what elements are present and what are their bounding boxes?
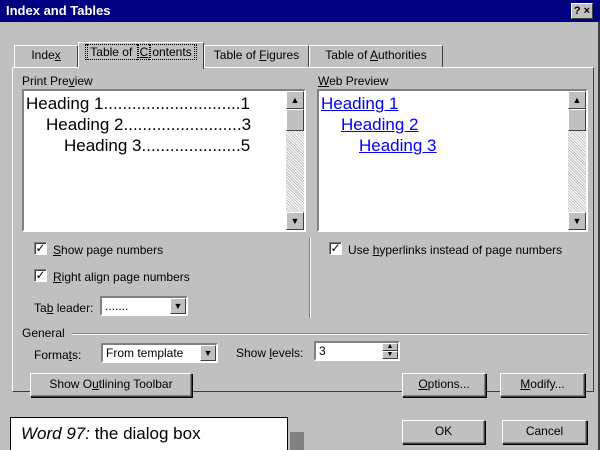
tab-label-rest: igures <box>266 48 300 62</box>
show-levels-label: Show levels: <box>236 346 304 360</box>
print-heading-2: Heading 2.........................3 <box>46 115 252 134</box>
web-heading-2-link[interactable]: Heading 2 <box>341 114 419 135</box>
spin-up-icon[interactable]: ▲ <box>382 343 398 351</box>
general-group-label: General <box>22 326 65 340</box>
scroll-thumb[interactable] <box>286 109 304 131</box>
print-preview-label: Print Preview <box>22 74 93 88</box>
print-heading-1: Heading 1.............................1 <box>26 94 250 113</box>
chevron-down-icon[interactable]: ▼ <box>170 298 186 314</box>
modify-button[interactable]: Modify... <box>500 373 585 397</box>
tab-table-of-authorities[interactable]: Table of Authorities <box>309 45 443 67</box>
web-preview-box[interactable]: Heading 1 Heading 2 Heading 3 ▲ ▼ <box>317 89 588 232</box>
tab-label: Table of <box>87 44 139 60</box>
tab-leader-value: ....... <box>105 299 129 313</box>
tab-table-of-contents[interactable]: Table of Contents <box>78 42 204 69</box>
caption-text: the dialog box <box>89 424 201 443</box>
dialog-title: Index and Tables <box>6 3 111 18</box>
tab-label-accel: F <box>259 48 267 62</box>
tab-leader-select[interactable]: ....... ▼ <box>100 296 188 316</box>
use-hyperlinks-checkbox[interactable]: ✓ <box>329 242 342 255</box>
spin-buttons[interactable]: ▲ ▼ <box>382 343 398 359</box>
web-preview-label: Web Preview <box>318 74 389 88</box>
web-heading-3-link[interactable]: Heading 3 <box>359 135 437 156</box>
right-align-page-numbers-checkbox[interactable]: ✓ <box>34 269 47 282</box>
scroll-down-arrow-icon[interactable]: ▼ <box>286 212 304 230</box>
tab-label: Table of <box>325 48 370 62</box>
chevron-down-icon[interactable]: ▼ <box>200 345 216 361</box>
caption-shadow <box>290 432 304 450</box>
formats-value: From template <box>106 346 184 360</box>
scroll-up-arrow-icon[interactable]: ▲ <box>286 91 304 109</box>
column-divider <box>309 238 311 318</box>
tab-label: Table of <box>213 48 260 62</box>
show-page-numbers-label: Show page numbers <box>53 243 164 257</box>
scroll-thumb[interactable] <box>568 109 586 131</box>
tab-label: Inde <box>31 48 55 62</box>
title-bar: Index and Tables <box>0 0 600 22</box>
scroll-down-arrow-icon[interactable]: ▼ <box>568 212 586 230</box>
tab-label-accel: C <box>136 44 152 60</box>
formats-select[interactable]: From template ▼ <box>101 343 218 363</box>
web-preview-scrollbar[interactable]: ▲ ▼ <box>568 91 586 230</box>
scroll-up-arrow-icon[interactable]: ▲ <box>568 91 586 109</box>
tab-table-of-figures[interactable]: Table of Figures <box>204 45 309 67</box>
use-hyperlinks-label: Use hyperlinks instead of page numbers <box>348 243 563 257</box>
tab-label-rest: uthorities <box>378 48 427 62</box>
general-group-rule <box>72 333 588 335</box>
ok-button[interactable]: OK <box>402 420 485 444</box>
caption-box: Word 97: the dialog box <box>10 417 288 450</box>
print-preview-scrollbar[interactable]: ▲ ▼ <box>286 91 304 230</box>
caption-emphasis: Word 97: <box>21 424 90 443</box>
show-levels-value: 3 <box>319 344 326 358</box>
print-preview-box[interactable]: Heading 1.............................1 … <box>22 89 306 232</box>
tab-leader-label: Tab leader: <box>34 301 94 315</box>
cancel-button[interactable]: Cancel <box>502 420 587 444</box>
help-close-buttons[interactable]: ? × <box>571 3 593 19</box>
tab-label-accel: x <box>54 48 61 62</box>
right-align-page-numbers-label: Right align page numbers <box>53 270 190 284</box>
tab-label-rest: ontents <box>149 44 195 60</box>
options-button[interactable]: Options... <box>402 373 486 397</box>
web-heading-1-link[interactable]: Heading 1 <box>321 93 399 114</box>
show-levels-spinner[interactable]: 3 ▲ ▼ <box>314 341 400 361</box>
print-heading-3: Heading 3.....................5 <box>64 136 251 155</box>
formats-label: Formats: <box>34 348 82 362</box>
spin-down-icon[interactable]: ▼ <box>382 351 398 359</box>
show-page-numbers-checkbox[interactable]: ✓ <box>34 242 47 255</box>
tab-label-accel: A <box>369 48 378 62</box>
show-outlining-toolbar-button[interactable]: Show Outlining Toolbar <box>30 373 192 397</box>
tab-index[interactable]: Index <box>14 45 78 67</box>
